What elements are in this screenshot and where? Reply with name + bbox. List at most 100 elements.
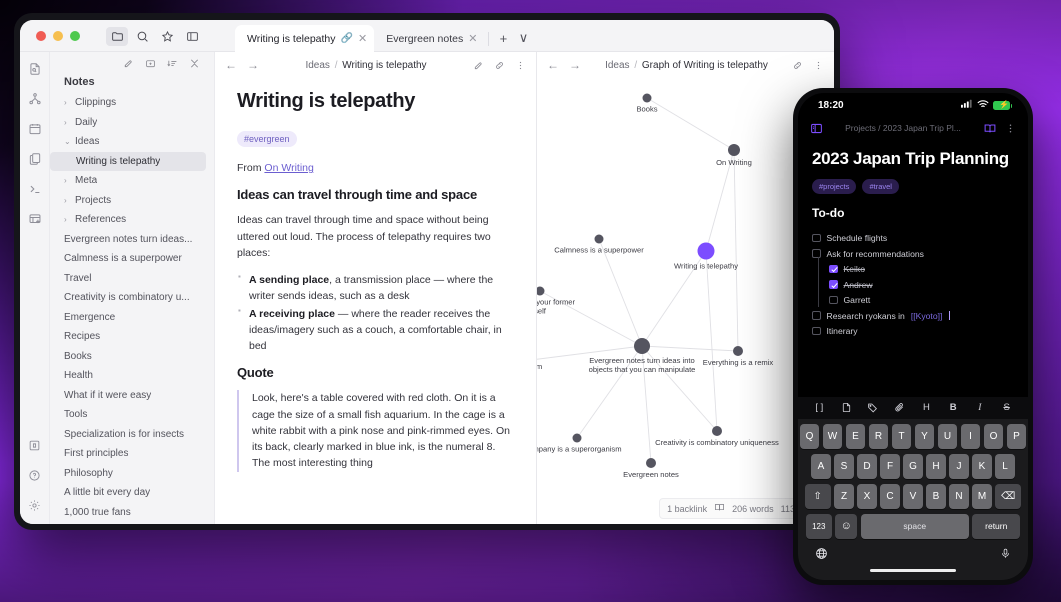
explorer-folder-row[interactable]: › Daily xyxy=(50,113,214,133)
key-f[interactable]: F xyxy=(880,453,900,479)
key-i[interactable]: I xyxy=(960,423,981,449)
phone-note-content[interactable]: 2023 Japan Trip Planning #projects #trav… xyxy=(798,141,1028,397)
numbers-key[interactable]: 123 xyxy=(805,513,832,539)
explorer-file-row[interactable]: Calmness is a superpower xyxy=(50,249,214,269)
bold-icon[interactable]: B xyxy=(945,402,961,413)
key-s[interactable]: S xyxy=(834,453,854,479)
globe-icon[interactable] xyxy=(815,547,828,563)
graph-node[interactable] xyxy=(697,242,715,260)
explorer-folder-row[interactable]: › Meta xyxy=(50,171,214,191)
graph-node[interactable] xyxy=(594,234,604,244)
explorer-file-row[interactable]: Philosophy xyxy=(50,464,214,484)
key-v[interactable]: V xyxy=(903,483,923,509)
graph-node[interactable] xyxy=(572,433,582,443)
todo-item[interactable]: Andrew xyxy=(812,273,1014,293)
tab-evergreen-notes[interactable]: Evergreen notes ✕ xyxy=(374,25,484,52)
todo-item[interactable]: Keiko xyxy=(812,257,1014,277)
explorer-file-row[interactable]: Books xyxy=(50,347,214,367)
explorer-file-row[interactable]: Health xyxy=(50,366,214,386)
strikethrough-icon[interactable]: S xyxy=(999,402,1015,413)
forward-button[interactable]: → xyxy=(569,58,581,72)
more-vertical-icon[interactable] xyxy=(1005,122,1016,135)
checkbox-icon[interactable] xyxy=(812,326,821,336)
explorer-file-row[interactable]: Travel xyxy=(50,269,214,289)
explorer-folder-row[interactable]: ⌄ Ideas xyxy=(50,132,214,152)
command-palette-icon[interactable] xyxy=(26,437,43,454)
key-b[interactable]: B xyxy=(926,483,946,509)
italic-icon[interactable]: I xyxy=(972,403,988,413)
checkbox-icon[interactable] xyxy=(812,311,821,320)
explorer-folder-row[interactable]: › Clippings xyxy=(50,93,214,113)
heading-icon[interactable]: H xyxy=(918,402,934,413)
key-y[interactable]: Y xyxy=(914,423,935,449)
emoji-key[interactable]: ☺ xyxy=(835,513,858,539)
collapse-icon[interactable] xyxy=(189,58,200,69)
graph-node[interactable] xyxy=(712,426,722,436)
backlink-count[interactable]: 1 backlink xyxy=(667,504,707,514)
key-l[interactable]: L xyxy=(995,453,1015,479)
todo-item[interactable]: Garrett xyxy=(812,288,1014,308)
key-t[interactable]: T xyxy=(891,423,912,449)
minimize-window-button[interactable] xyxy=(53,31,63,41)
link-icon[interactable] xyxy=(792,60,803,71)
checkbox-checked-icon[interactable] xyxy=(829,264,838,274)
key-d[interactable]: D xyxy=(857,453,877,479)
close-icon[interactable]: ✕ xyxy=(358,32,367,45)
checkbox-icon[interactable] xyxy=(812,233,821,243)
graph-node[interactable] xyxy=(728,144,740,156)
new-tab-button[interactable]: + xyxy=(493,27,513,49)
tab-writing-is-telepathy[interactable]: Writing is telepathy 🔗 ✕ xyxy=(235,25,375,52)
todo-item[interactable]: Schedule flights xyxy=(812,230,1014,246)
graph-canvas[interactable]: Books On Writing Calmness is a superpower W… xyxy=(537,78,834,524)
checkbox-icon[interactable] xyxy=(829,295,838,305)
explorer-folder-row[interactable]: › References xyxy=(50,210,214,230)
tab-list-chevron-down-icon[interactable]: ∨ xyxy=(513,27,533,49)
explorer-file-row[interactable]: Recipes xyxy=(50,327,214,347)
chevron-right-icon[interactable]: › xyxy=(64,215,71,224)
explorer-file-row[interactable]: Creativity is combinatory u... xyxy=(50,288,214,308)
todo-item[interactable]: Research ryokans in [[Kyoto]] xyxy=(812,308,1014,324)
terminal-icon[interactable] xyxy=(26,180,43,197)
key-o[interactable]: O xyxy=(983,423,1004,449)
traffic-lights[interactable] xyxy=(36,31,80,41)
graph-svg[interactable]: Books On Writing Calmness is a superpower W… xyxy=(537,78,834,508)
return-key[interactable]: return xyxy=(972,513,1021,539)
graph-node[interactable] xyxy=(537,286,545,296)
chevron-right-icon[interactable]: › xyxy=(64,176,71,185)
key-c[interactable]: C xyxy=(880,483,900,509)
chevron-right-icon[interactable]: › xyxy=(64,196,71,205)
settings-icon[interactable] xyxy=(26,497,43,514)
key-k[interactable]: K xyxy=(972,453,992,479)
edit-icon[interactable] xyxy=(473,60,484,71)
canvas-icon[interactable] xyxy=(26,210,43,227)
key-a[interactable]: A xyxy=(811,453,831,479)
chevron-down-icon[interactable]: ⌄ xyxy=(64,137,71,146)
key-u[interactable]: U xyxy=(937,423,958,449)
forward-button[interactable]: → xyxy=(247,58,259,72)
key-m[interactable]: M xyxy=(972,483,992,509)
key-r[interactable]: R xyxy=(868,423,889,449)
graph-node[interactable] xyxy=(634,338,650,354)
key-g[interactable]: G xyxy=(903,453,923,479)
note-icon[interactable] xyxy=(838,402,854,413)
chevron-right-icon[interactable]: › xyxy=(64,118,71,127)
graph-node[interactable] xyxy=(733,346,743,356)
new-note-icon[interactable] xyxy=(123,58,134,69)
checkbox-icon[interactable] xyxy=(812,249,821,258)
explorer-file-row[interactable]: Emergence xyxy=(50,308,214,328)
key-n[interactable]: N xyxy=(949,483,969,509)
new-folder-icon[interactable] xyxy=(145,58,156,69)
shift-key[interactable]: ⇧ xyxy=(804,483,831,509)
files-icon[interactable] xyxy=(26,150,43,167)
todo-item[interactable]: Itinerary xyxy=(812,323,1014,339)
source-link[interactable]: On Writing xyxy=(264,162,313,174)
key-e[interactable]: E xyxy=(845,423,866,449)
more-icon[interactable] xyxy=(515,60,526,71)
back-button[interactable]: ← xyxy=(547,58,559,72)
help-icon[interactable] xyxy=(26,467,43,484)
back-button[interactable]: ← xyxy=(225,58,237,72)
key-q[interactable]: Q xyxy=(799,423,820,449)
search-icon[interactable] xyxy=(131,27,153,46)
sidebar-toggle-icon[interactable] xyxy=(810,122,823,135)
key-w[interactable]: W xyxy=(822,423,843,449)
